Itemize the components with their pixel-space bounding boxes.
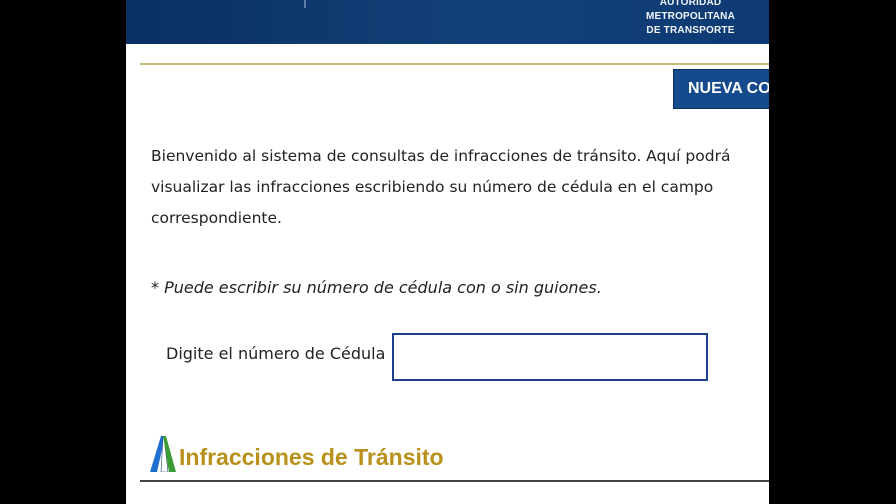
brand-title: Infracciones de Tránsito — [179, 444, 444, 470]
header-divider-line — [140, 63, 769, 65]
intro-line-2: visualizar las infracciones escribiendo … — [151, 178, 714, 196]
intro-line-3: correspondiente. — [151, 209, 282, 227]
id-number-label: Digite el número de Cédula — [166, 344, 386, 363]
authority-line-1: AUTORIDAD METROPOLITANA — [645, 0, 736, 22]
screen-stage: AUTORIDAD METROPOLITANA DE TRANSPORTE NU… — [0, 0, 896, 504]
authority-logo-text: AUTORIDAD METROPOLITANA DE TRANSPORTE — [618, 0, 763, 38]
id-number-input[interactable] — [392, 333, 708, 381]
intro-line-1: Bienvenido al sistema de consultas de in… — [151, 147, 731, 165]
header-divider — [304, 0, 306, 8]
new-query-button[interactable]: NUEVA CONS — [673, 69, 769, 109]
road-logo-icon — [150, 436, 176, 472]
authority-line-2: DE TRANSPORTE — [646, 25, 735, 36]
web-page: AUTORIDAD METROPOLITANA DE TRANSPORTE NU… — [126, 0, 769, 504]
top-header-bar: AUTORIDAD METROPOLITANA DE TRANSPORTE — [126, 0, 769, 44]
intro-paragraph: Bienvenido al sistema de consultas de in… — [151, 141, 741, 234]
footer-divider-line — [140, 480, 769, 482]
id-format-note: * Puede escribir su número de cédula con… — [151, 278, 602, 297]
